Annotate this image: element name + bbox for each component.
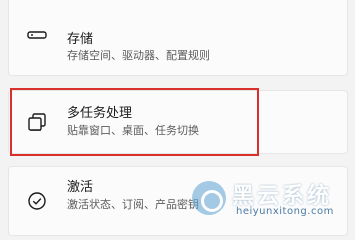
- settings-item-multitasking[interactable]: 多任务处理 贴靠窗口、桌面、任务切换: [8, 90, 348, 154]
- settings-item-title: 多任务处理: [67, 106, 133, 121]
- settings-item-title: 激活: [67, 180, 94, 195]
- activation-check-icon: [25, 189, 49, 213]
- settings-item-description: 贴靠窗口、桌面、任务切换: [67, 124, 199, 137]
- settings-item-storage[interactable]: 存储 存储空间、驱动器、配置规则: [8, 0, 348, 76]
- settings-page: 存储 存储空间、驱动器、配置规则 多任务处理 贴靠窗口、桌面、任务切换 激活 激…: [0, 0, 355, 236]
- settings-item-description: 存储空间、驱动器、配置规则: [67, 49, 210, 62]
- multitasking-windows-icon: [25, 110, 49, 134]
- settings-item-description: 激活状态、订阅、产品密钥: [67, 198, 199, 211]
- storage-drive-icon: [25, 23, 49, 47]
- watermark-logo-icon: [192, 181, 226, 215]
- watermark-url: heiyunxitong.com: [236, 206, 334, 217]
- settings-item-title: 存储: [67, 32, 94, 47]
